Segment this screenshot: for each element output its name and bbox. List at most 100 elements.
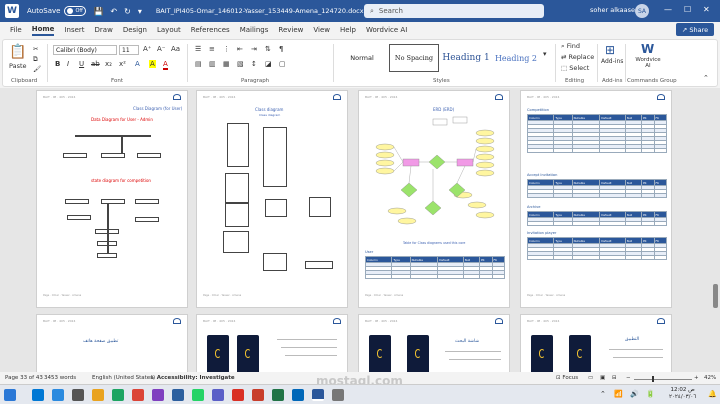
subscript-button[interactable]: x₂ bbox=[105, 60, 112, 68]
font-color-button[interactable]: A bbox=[163, 60, 168, 70]
decrease-indent-icon[interactable]: ⇤ bbox=[237, 45, 243, 53]
style-no-spacing[interactable]: No Spacing bbox=[389, 44, 439, 72]
zoom-slider-handle[interactable] bbox=[652, 376, 654, 382]
align-left-icon[interactable]: ▤ bbox=[195, 60, 202, 68]
undo-icon[interactable]: ↶ bbox=[110, 7, 117, 16]
find-button[interactable]: ⌕ Find bbox=[561, 42, 580, 51]
page-3[interactable]: BAIT · IPI · 405 · 2024 ERD (ERD) Table … bbox=[358, 90, 510, 308]
share-button[interactable]: ↗ Share bbox=[676, 23, 714, 36]
clock[interactable]: ص 12:02 ٢٠٢٤/٠٣/٠٦ bbox=[669, 387, 696, 401]
page-5[interactable]: BAIT · IPI · 405 · 2024 تطبيق صفحة هاتف bbox=[36, 314, 188, 372]
cut-icon[interactable]: ✂ bbox=[33, 45, 38, 53]
page-4[interactable]: BAIT · IPI · 405 · 2024 Competition Colu… bbox=[520, 90, 672, 308]
bold-button[interactable]: B bbox=[55, 60, 60, 68]
shading-icon[interactable]: ◪ bbox=[265, 60, 272, 68]
word-taskbar-icon[interactable] bbox=[312, 389, 324, 401]
tab-wordvice[interactable]: Wordvice AI bbox=[366, 26, 407, 34]
start-icon[interactable] bbox=[32, 389, 44, 401]
shrink-font-icon[interactable]: A⁻ bbox=[157, 45, 165, 53]
maximize-button[interactable]: ☐ bbox=[684, 5, 691, 14]
style-normal[interactable]: Normal bbox=[339, 44, 385, 72]
redo-icon[interactable]: ↻ bbox=[124, 7, 131, 16]
copy-icon[interactable]: ⧉ bbox=[33, 55, 38, 64]
tab-references[interactable]: References bbox=[191, 26, 230, 34]
wordvice-button[interactable]: Wordvice AI bbox=[633, 57, 663, 69]
paste-button[interactable]: Paste bbox=[9, 62, 27, 70]
zoom-in-icon[interactable]: + bbox=[694, 375, 699, 381]
vertical-scrollbar[interactable] bbox=[712, 88, 720, 372]
customize-icon[interactable]: ▾ bbox=[138, 7, 142, 16]
minimize-button[interactable]: — bbox=[664, 5, 672, 14]
document-area[interactable]: BAIT · IPI · 405 · 2024 Class Diagram (f… bbox=[0, 88, 712, 372]
file-explorer-icon[interactable] bbox=[92, 389, 104, 401]
tray-chevron-icon[interactable]: ⌃ bbox=[600, 390, 606, 398]
bullets-icon[interactable]: ☰ bbox=[195, 45, 201, 53]
app-icon[interactable] bbox=[152, 389, 164, 401]
word-count[interactable]: 3453 words bbox=[44, 375, 76, 381]
search-input[interactable]: ⌕ Search bbox=[364, 4, 544, 18]
highlight-button[interactable]: A bbox=[149, 60, 156, 68]
search-taskbar-icon[interactable] bbox=[52, 389, 64, 401]
volume-icon[interactable]: 🔊 bbox=[630, 390, 639, 398]
accessibility-status[interactable]: ♿ Accessibility: Investigate bbox=[150, 375, 235, 381]
page-1[interactable]: BAIT · IPI · 405 · 2024 Class Diagram (f… bbox=[36, 90, 188, 308]
borders-icon[interactable]: ▢ bbox=[279, 60, 286, 68]
language[interactable]: English (United States) bbox=[92, 375, 155, 381]
close-button[interactable]: ✕ bbox=[703, 5, 710, 14]
outlook-icon[interactable] bbox=[292, 389, 304, 401]
sort-icon[interactable]: ⇅ bbox=[265, 45, 271, 53]
print-layout-icon[interactable]: ▣ bbox=[600, 375, 605, 381]
wordvice-icon[interactable]: W bbox=[641, 42, 654, 56]
avatar[interactable]: SA bbox=[635, 4, 649, 18]
page-6[interactable]: BAIT · IPI · 405 · 2024 bbox=[196, 314, 348, 372]
italic-button[interactable]: I bbox=[67, 60, 69, 68]
tab-home[interactable]: Home bbox=[31, 25, 55, 36]
task-view-icon[interactable] bbox=[72, 389, 84, 401]
zoom-slider[interactable] bbox=[634, 379, 692, 380]
app-icon[interactable] bbox=[232, 389, 244, 401]
page-count[interactable]: Page 33 of 43 bbox=[5, 375, 43, 381]
read-mode-icon[interactable]: ▭ bbox=[588, 375, 593, 381]
page-2[interactable]: BAIT · IPI · 405 · 2024 Class diagram Cl… bbox=[196, 90, 348, 308]
justify-icon[interactable]: ▧ bbox=[237, 60, 244, 68]
tab-draw[interactable]: Draw bbox=[95, 26, 113, 34]
web-layout-icon[interactable]: ⊟ bbox=[612, 375, 617, 381]
superscript-button[interactable]: x² bbox=[119, 60, 126, 68]
excel-icon[interactable] bbox=[272, 389, 284, 401]
text-effects-button[interactable]: A bbox=[135, 60, 140, 68]
save-icon[interactable]: 💾 bbox=[93, 7, 103, 16]
strikethrough-button[interactable]: ab bbox=[91, 60, 100, 68]
style-heading-1[interactable]: Heading 1 bbox=[442, 44, 489, 72]
numbering-icon[interactable]: ≡ bbox=[209, 45, 215, 53]
whatsapp-icon[interactable] bbox=[192, 389, 204, 401]
tab-insert[interactable]: Insert bbox=[64, 26, 84, 34]
change-case-icon[interactable]: Aa bbox=[171, 45, 180, 53]
format-painter-icon[interactable]: 🖌 bbox=[33, 65, 41, 73]
page-7[interactable]: BAIT · IPI · 405 · 2024 شاشة البحث bbox=[358, 314, 510, 372]
app-icon[interactable] bbox=[172, 389, 184, 401]
align-center-icon[interactable]: ▥ bbox=[209, 60, 216, 68]
font-size-select[interactable]: 11 bbox=[119, 45, 139, 55]
collapse-ribbon-icon[interactable]: ⌃ bbox=[703, 74, 709, 82]
grow-font-icon[interactable]: A⁺ bbox=[143, 45, 151, 53]
scrollbar-thumb[interactable] bbox=[713, 284, 718, 308]
align-right-icon[interactable]: ▦ bbox=[223, 60, 230, 68]
font-name-select[interactable]: Calibri (Body) bbox=[53, 45, 117, 55]
tab-design[interactable]: Design bbox=[123, 26, 147, 34]
notification-icon[interactable]: 🔔 bbox=[708, 390, 717, 398]
addins-button[interactable]: Add-ins bbox=[601, 58, 623, 65]
wifi-icon[interactable]: 📶 bbox=[614, 390, 623, 398]
addins-icon[interactable]: ⊞ bbox=[605, 43, 615, 57]
page-8[interactable]: BAIT · IPI · 405 · 2024 التطبيق bbox=[520, 314, 672, 372]
focus-button[interactable]: ⊡ Focus bbox=[556, 375, 578, 381]
teams-icon[interactable] bbox=[212, 389, 224, 401]
powerpoint-icon[interactable] bbox=[252, 389, 264, 401]
increase-indent-icon[interactable]: ⇥ bbox=[251, 45, 257, 53]
tab-file[interactable]: File bbox=[10, 26, 22, 34]
tab-layout[interactable]: Layout bbox=[157, 26, 181, 34]
replace-button[interactable]: ⇄ Replace bbox=[561, 53, 594, 61]
weather-icon[interactable] bbox=[4, 389, 16, 401]
tab-review[interactable]: Review bbox=[278, 26, 303, 34]
show-marks-icon[interactable]: ¶ bbox=[279, 45, 283, 53]
zoom-out-icon[interactable]: − bbox=[626, 375, 631, 381]
